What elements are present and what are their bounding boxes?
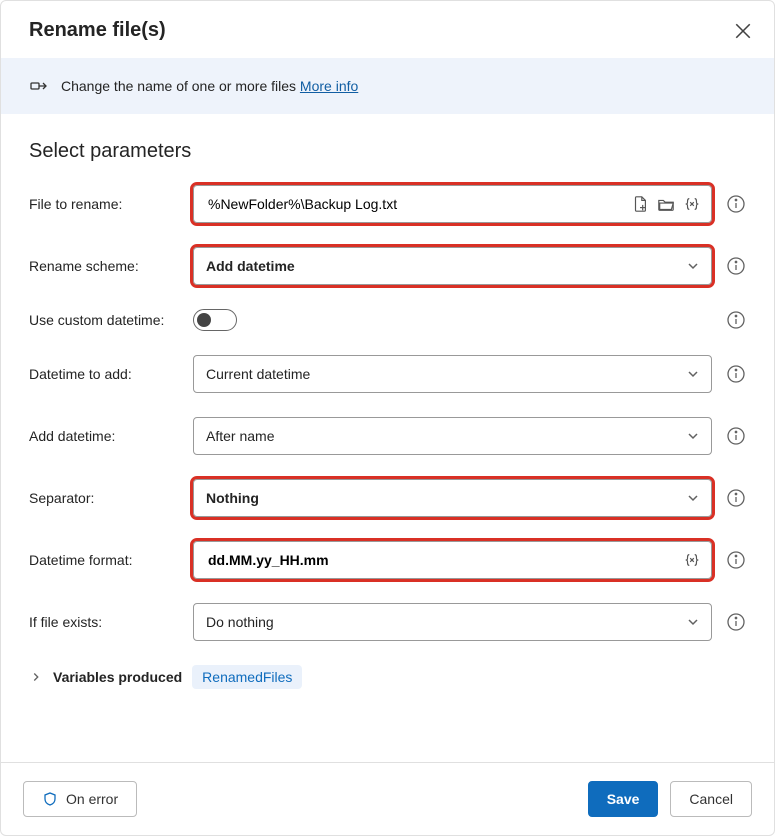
rename-files-dialog: Rename file(s) Change the name of one or…	[0, 0, 775, 836]
variable-picker-icon[interactable]	[683, 551, 701, 569]
on-error-button[interactable]: On error	[23, 781, 137, 817]
close-icon[interactable]	[734, 22, 752, 40]
dialog-titlebar: Rename file(s)	[1, 1, 774, 58]
info-icon[interactable]	[726, 194, 746, 214]
section-title: Select parameters	[29, 140, 746, 163]
info-icon[interactable]	[726, 256, 746, 276]
parameters-panel: Select parameters File to rename: Rename…	[1, 114, 774, 762]
file-to-rename-input[interactable]	[193, 185, 712, 223]
rename-scheme-select[interactable]: Add datetime	[193, 247, 712, 285]
info-text: Change the name of one or more files Mor…	[61, 78, 358, 94]
add-datetime-select[interactable]: After name	[193, 417, 712, 455]
dialog-footer: On error Save Cancel	[1, 762, 774, 835]
info-icon[interactable]	[726, 310, 746, 330]
chevron-down-icon	[685, 366, 701, 382]
variable-picker-icon[interactable]	[683, 195, 701, 213]
info-icon[interactable]	[726, 550, 746, 570]
file-picker-icon[interactable]	[631, 195, 649, 213]
datetime-to-add-label: Datetime to add:	[29, 366, 179, 382]
chevron-down-icon	[685, 428, 701, 444]
info-icon[interactable]	[726, 488, 746, 508]
more-info-link[interactable]: More info	[300, 78, 358, 94]
separator-select[interactable]: Nothing	[193, 479, 712, 517]
chevron-down-icon	[685, 614, 701, 630]
dialog-title: Rename file(s)	[29, 19, 166, 42]
folder-picker-icon[interactable]	[657, 195, 675, 213]
add-datetime-label: Add datetime:	[29, 428, 179, 444]
info-icon[interactable]	[726, 364, 746, 384]
shield-icon	[42, 791, 58, 807]
chevron-down-icon	[685, 490, 701, 506]
cancel-button[interactable]: Cancel	[670, 781, 752, 817]
datetime-format-input[interactable]	[193, 541, 712, 579]
variables-produced-label: Variables produced	[53, 669, 182, 685]
datetime-format-label: Datetime format:	[29, 552, 179, 568]
save-button[interactable]: Save	[588, 781, 659, 817]
use-custom-toggle[interactable]	[193, 309, 237, 331]
if-file-exists-select[interactable]: Do nothing	[193, 603, 712, 641]
file-to-rename-label: File to rename:	[29, 196, 179, 212]
chevron-right-icon	[29, 670, 43, 684]
variable-chip[interactable]: RenamedFiles	[192, 665, 302, 689]
use-custom-label: Use custom datetime:	[29, 312, 179, 328]
rename-scheme-label: Rename scheme:	[29, 258, 179, 274]
rename-action-icon	[29, 76, 49, 96]
info-icon[interactable]	[726, 426, 746, 446]
variables-produced-row[interactable]: Variables produced RenamedFiles	[29, 665, 746, 689]
if-file-exists-label: If file exists:	[29, 614, 179, 630]
datetime-to-add-select[interactable]: Current datetime	[193, 355, 712, 393]
chevron-down-icon	[685, 258, 701, 274]
separator-label: Separator:	[29, 490, 179, 506]
info-bar: Change the name of one or more files Mor…	[1, 58, 774, 114]
info-icon[interactable]	[726, 612, 746, 632]
